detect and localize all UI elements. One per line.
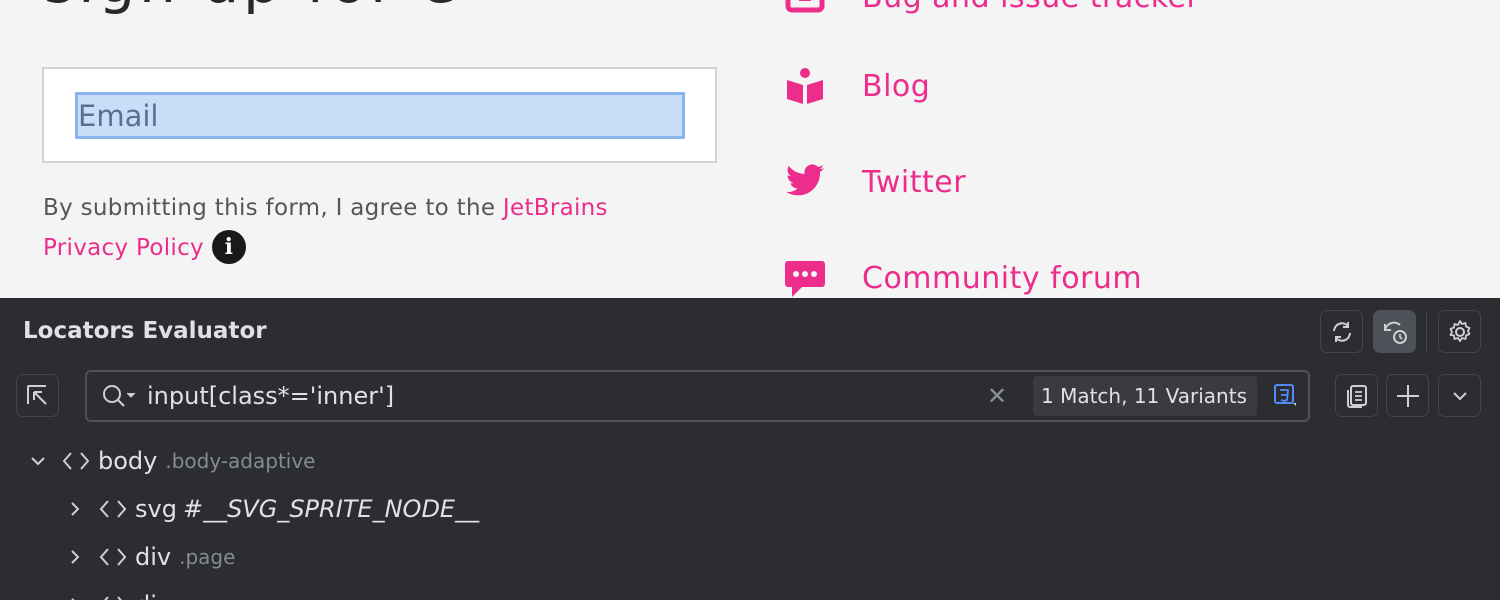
add-icon: [1396, 384, 1419, 407]
locator-search-input[interactable]: [147, 372, 967, 420]
copy-icon: [1346, 384, 1367, 408]
tree-node-tag: svg: [135, 495, 177, 523]
consent-label: By submitting this form, I agree to the: [43, 195, 503, 221]
link-label: Community forum: [862, 260, 1143, 296]
tree-node-class: .body-adaptive: [165, 449, 316, 473]
twitter-bird-icon: [784, 161, 826, 203]
toolbar-separator: [1426, 312, 1427, 352]
link-bug-tracker[interactable]: Bug and issue tracker: [784, 0, 1199, 18]
tree-node-body[interactable]: body .body-adaptive: [24, 441, 316, 481]
info-icon[interactable]: i: [211, 229, 246, 264]
tree-node-tag: div: [135, 591, 171, 600]
copy-button[interactable]: [1335, 374, 1378, 417]
chevron-down-icon[interactable]: [24, 447, 52, 475]
chevron-right-icon[interactable]: [61, 591, 89, 600]
pick-element-icon: [26, 384, 47, 405]
email-input[interactable]: [75, 92, 685, 139]
tag-brackets-icon: [97, 495, 129, 523]
add-locator-button[interactable]: [1386, 374, 1429, 417]
tree-node-tag: body: [98, 447, 158, 475]
tag-brackets-icon: [60, 447, 92, 475]
locator-search-box[interactable]: ✕ 1 Match, 11 Variants: [85, 370, 1310, 422]
auto-sync-button[interactable]: [1373, 310, 1416, 353]
section-heading: sign up for e: [44, 0, 460, 16]
locators-evaluator-panel: Locators Evaluator ✕ 1 Match, 11 Variant…: [0, 298, 1500, 600]
consent-text: By submitting this form, I agree to the …: [43, 188, 663, 268]
tree-node-id: #__SVG_SPRITE_NODE__: [182, 495, 480, 523]
settings-icon: [1449, 319, 1470, 342]
panel-title: Locators Evaluator: [23, 318, 267, 344]
chat-bubble-icon: [784, 257, 826, 298]
sync-button[interactable]: [1320, 310, 1363, 353]
tag-brackets-icon: [97, 543, 129, 571]
chevron-right-icon[interactable]: [61, 495, 89, 523]
email-form-box: [42, 67, 717, 163]
link-twitter[interactable]: Twitter: [784, 161, 966, 203]
settings-button[interactable]: [1438, 310, 1481, 353]
search-icon[interactable]: [101, 383, 137, 409]
bug-tracker-icon: [784, 0, 826, 18]
tree-node-svg[interactable]: svg #__SVG_SPRITE_NODE__: [61, 489, 479, 529]
tree-node-div[interactable]: div: [61, 585, 171, 600]
tree-node-tag: div: [135, 543, 172, 571]
link-label: Bug and issue tracker: [862, 0, 1199, 15]
clear-icon[interactable]: ✕: [987, 384, 1007, 408]
more-options-button[interactable]: [1438, 374, 1481, 417]
tree-node-class: .page: [179, 545, 236, 569]
chevron-right-icon[interactable]: [61, 543, 89, 571]
tag-brackets-icon: [97, 591, 129, 600]
chevron-down-icon: [1452, 391, 1467, 400]
match-summary-badge[interactable]: 1 Match, 11 Variants: [1033, 376, 1257, 416]
css-selector-icon[interactable]: [1273, 383, 1297, 407]
pick-element-button[interactable]: [16, 374, 59, 417]
blog-book-icon: [784, 65, 826, 107]
link-blog[interactable]: Blog: [784, 65, 930, 107]
link-label: Blog: [862, 68, 931, 104]
webpage-preview: sign up for e By submitting this form, I…: [0, 0, 1500, 298]
link-label: Twitter: [862, 164, 967, 200]
tree-node-div-page[interactable]: div .page: [61, 537, 235, 577]
sync-icon: [1332, 321, 1351, 342]
history-sync-icon: [1383, 321, 1407, 344]
link-community-forum[interactable]: Community forum: [784, 257, 1142, 298]
